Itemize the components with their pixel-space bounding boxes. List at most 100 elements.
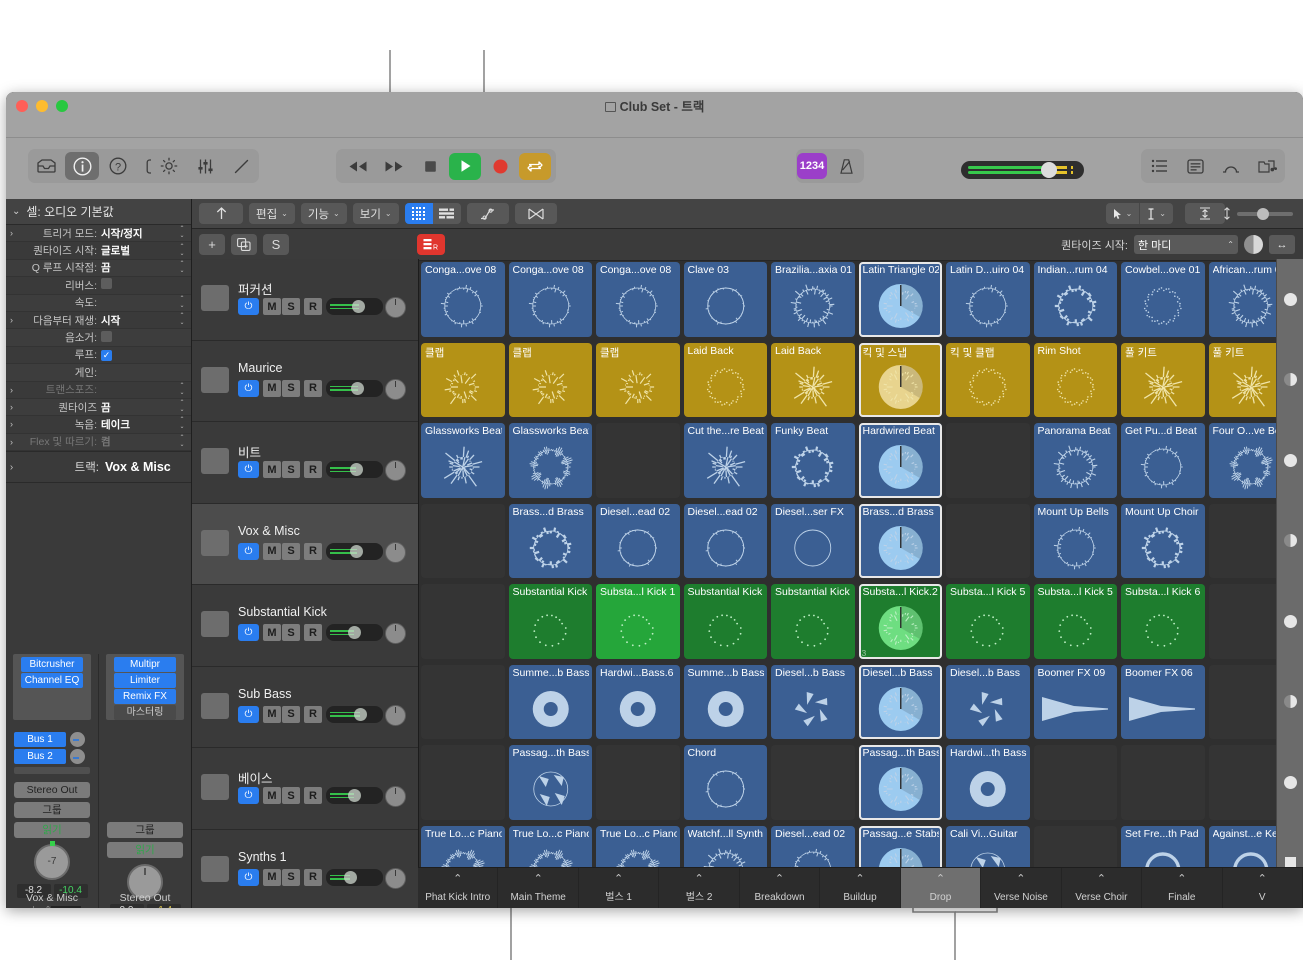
track-volume-slider[interactable] [326, 298, 383, 315]
loop-cell[interactable]: 클랩 [508, 342, 592, 417]
stop-cell[interactable] [1277, 742, 1303, 823]
peak-value-2[interactable]: -1.4 [146, 904, 181, 908]
help-icon[interactable]: ? [101, 152, 135, 180]
info-icon[interactable] [65, 152, 99, 180]
scene-play-icon[interactable]: ⌃ [579, 872, 658, 885]
send-knob-1[interactable] [70, 732, 85, 747]
stop-circle-icon[interactable] [1283, 373, 1297, 387]
track-mute-button[interactable]: M [263, 868, 281, 886]
loop-cell[interactable]: Chord [683, 745, 767, 820]
track-pan-knob[interactable] [385, 704, 406, 726]
send-bus-2[interactable]: Bus 2 [14, 749, 66, 764]
stepper-icon[interactable]: ⌃ ⌄ [177, 435, 187, 449]
list-icon[interactable] [1142, 152, 1176, 180]
loop-cell[interactable]: Glassworks Beat [421, 423, 505, 498]
stepper-icon[interactable]: ⌃ ⌄ [177, 383, 187, 397]
track-volume-slider[interactable] [326, 624, 383, 641]
plugin-channel-eq[interactable]: Channel EQ [21, 673, 83, 688]
track-record-button[interactable]: R [304, 461, 322, 478]
track-header[interactable]: 베이스 ⏻ M S R [192, 748, 418, 830]
loop-cell[interactable]: Clave 03 [683, 262, 767, 337]
loop-cell[interactable]: Substa...l Kick 5 [1033, 584, 1117, 659]
pan-knob-1[interactable]: -7 [34, 841, 70, 880]
duplicate-icon[interactable] [231, 234, 257, 255]
track-pan-knob[interactable] [385, 623, 406, 644]
inspector-row[interactable]: › 트랜스포즈: ⌃ ⌄ [6, 382, 191, 399]
cycle-button[interactable] [519, 152, 551, 180]
scene-trigger[interactable]: ⌃ Main Theme [498, 868, 579, 908]
inspector-row[interactable]: 음소거: [6, 329, 191, 347]
loop-cell[interactable]: African...rum 05 [1208, 262, 1276, 337]
inspector-row-value[interactable]: 끔 [101, 400, 177, 415]
automation-button-2[interactable]: 읽기 [107, 842, 183, 858]
fit-vertical-icon[interactable] [1185, 203, 1225, 224]
inspector-row[interactable]: › 퀀타이즈 끔 ⌃ ⌄ [6, 398, 191, 417]
track-power-button[interactable]: ⏻ [238, 787, 259, 804]
scene-play-icon[interactable]: ⌃ [1062, 872, 1141, 885]
stop-cell[interactable] [1277, 340, 1303, 421]
menu-functions[interactable]: 기능 ⌄ [300, 203, 347, 224]
forward-icon[interactable] [377, 152, 411, 180]
plugin-slots-1[interactable]: Bitcrusher Channel EQ [13, 654, 91, 720]
track-record-button[interactable]: R [304, 542, 322, 560]
stepper-icon[interactable]: ⌃ ⌄ [177, 261, 187, 275]
track-mute-button[interactable]: M [263, 624, 281, 641]
grid-view-icon[interactable] [404, 203, 433, 224]
loop-cell[interactable]: Diesel...b Bass [946, 664, 1030, 739]
metronome-icon[interactable] [829, 152, 863, 180]
send-bus-1[interactable]: Bus 1 [14, 732, 66, 747]
track-header[interactable]: Substantial Kick ⏻ M S R [192, 585, 418, 667]
track-mute-button[interactable]: M [263, 461, 281, 478]
send-knob-2[interactable] [70, 749, 85, 764]
loop-cell[interactable] [1033, 745, 1117, 820]
loop-cell[interactable]: Indian...rum 04 [1033, 262, 1117, 337]
scene-trigger[interactable]: ⌃ Breakdown [740, 868, 821, 908]
stop-cell[interactable] [1277, 420, 1303, 501]
track-power-button[interactable]: ⏻ [238, 542, 259, 560]
track-mute-button[interactable]: M [263, 379, 281, 397]
plugin-slots-2[interactable]: Multipr Limiter Remix FX 마스터링 [106, 654, 184, 720]
inspector-row[interactable]: 속도: ⌃ ⌄ [6, 294, 191, 312]
track-power-button[interactable]: ⏻ [238, 461, 259, 478]
loop-cell[interactable]: Latin D...uiro 04 [946, 262, 1030, 337]
media-browser-icon[interactable] [1250, 152, 1284, 180]
loop-cell[interactable]: Conga...ove 08 [508, 262, 592, 337]
plugin-limiter[interactable]: Limiter [114, 673, 176, 688]
stop-cell[interactable] [1277, 259, 1303, 340]
automation-icon[interactable] [466, 203, 509, 224]
scene-play-icon[interactable]: ⌃ [740, 872, 819, 885]
send-slot-empty[interactable] [14, 767, 90, 774]
group-button-2[interactable]: 그룹 [107, 822, 183, 838]
loop-cell[interactable] [596, 423, 680, 498]
track-pan-knob[interactable] [385, 786, 406, 807]
track-pan-knob[interactable] [385, 460, 406, 481]
plugin-mastering[interactable]: 마스터링 [114, 705, 176, 720]
inspector-row[interactable]: › Flex 및 따르기: 켬 ⌃ ⌄ [6, 433, 191, 452]
plugin-remix-fx[interactable]: Remix FX [114, 689, 176, 704]
track-pan-knob[interactable] [385, 541, 406, 563]
loop-cell[interactable]: 클랩 [421, 342, 505, 417]
loop-cell[interactable]: 킥 및 스냅 [858, 342, 942, 417]
loop-cell[interactable] [771, 745, 855, 820]
inspector-row-value[interactable] [101, 330, 177, 345]
solo-cells-button[interactable]: S [263, 234, 289, 255]
loop-cell[interactable]: Diesel...ead 02 [683, 503, 767, 578]
loop-cell[interactable]: 풀 키트 [1121, 342, 1205, 417]
track-record-button[interactable]: R [304, 868, 322, 886]
loop-cell[interactable]: 킥 및 클랩 [946, 342, 1030, 417]
loop-browser-icon[interactable] [1214, 152, 1248, 180]
track-record-button[interactable]: R [304, 705, 322, 723]
loop-cell[interactable]: Summe...b Bass [508, 664, 592, 739]
loop-cell[interactable]: Substa...l Kick 1 [596, 584, 680, 659]
scene-trigger[interactable]: ⌃ 벌스 1 [579, 868, 660, 908]
loop-cell[interactable]: Rim Shot [1033, 342, 1117, 417]
track-record-button[interactable]: R [304, 379, 322, 397]
loop-cell[interactable]: Laid Back [771, 342, 855, 417]
loop-cell[interactable]: Diesel...b Bass [771, 664, 855, 739]
loop-cell[interactable]: Diesel...ser FX [771, 503, 855, 578]
stop-cell[interactable] [1277, 662, 1303, 743]
track-pan-knob[interactable] [385, 378, 406, 400]
loop-cell[interactable] [946, 423, 1030, 498]
stop-cell[interactable] [1277, 581, 1303, 662]
inspector-track-section[interactable]: › 트랙: Vox & Misc [6, 451, 191, 484]
